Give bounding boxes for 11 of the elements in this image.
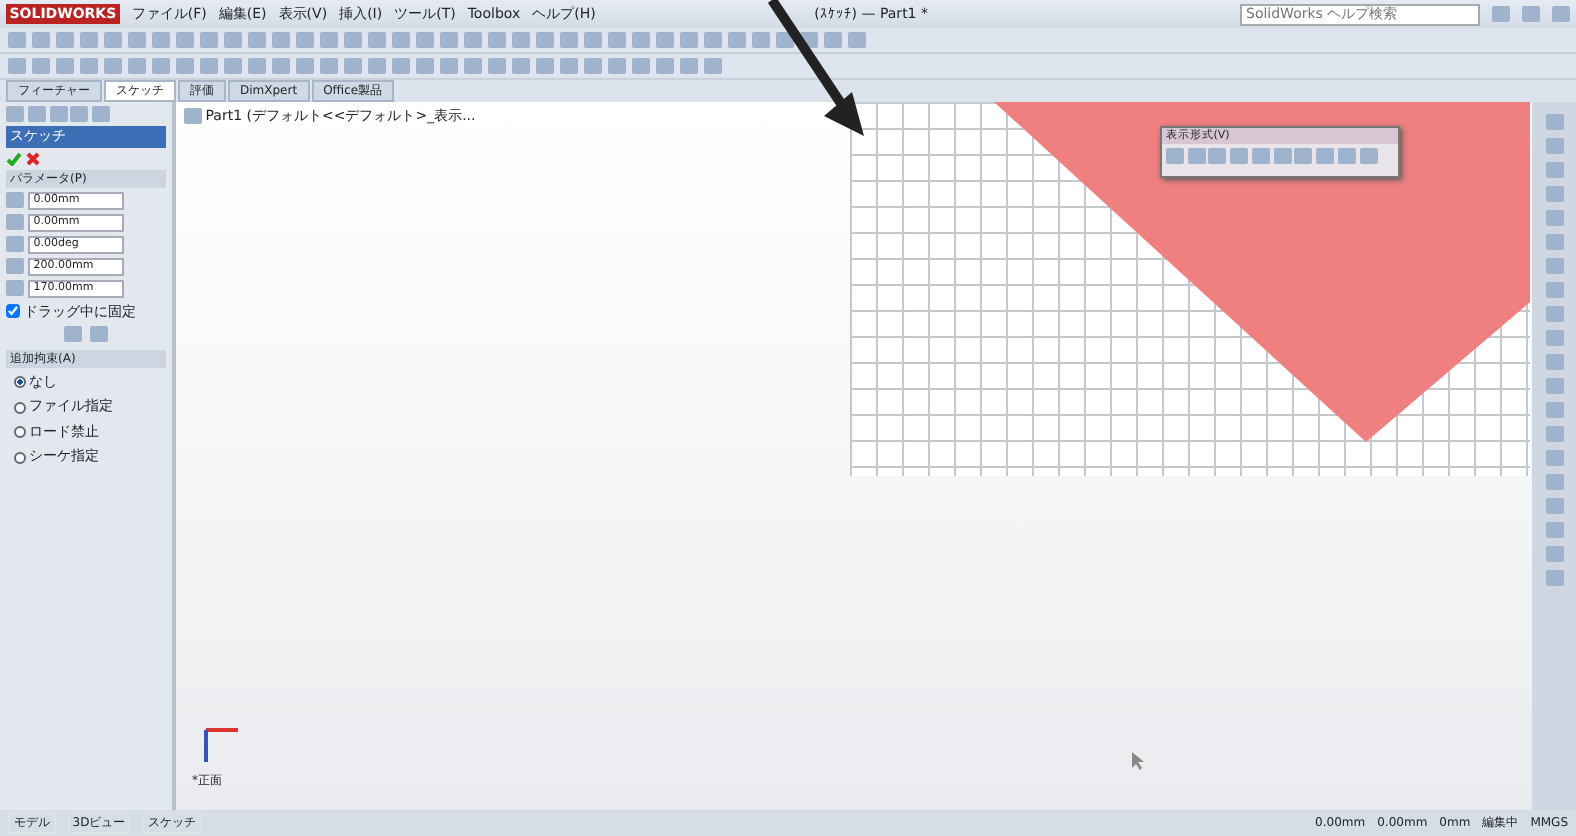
origin-axes-icon — [200, 722, 240, 766]
radio-button[interactable] — [13, 451, 25, 463]
option-checkbox[interactable] — [6, 304, 20, 319]
radio-button[interactable] — [13, 426, 25, 438]
radio-button[interactable] — [13, 376, 25, 388]
cancel-icon[interactable] — [25, 151, 40, 165]
confirm-icon[interactable] — [6, 151, 22, 165]
radio-button[interactable] — [13, 401, 25, 413]
cursor-icon — [1132, 752, 1144, 770]
pointer-arrow-icon — [768, 0, 868, 140]
part-icon — [184, 108, 202, 125]
